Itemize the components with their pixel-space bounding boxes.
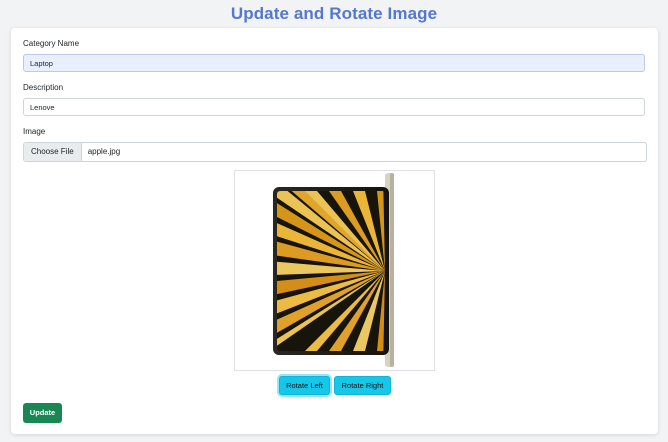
choose-file-button[interactable]: Choose File	[24, 143, 82, 161]
image-label: Image	[23, 127, 46, 136]
file-name: apple.jpg	[87, 147, 121, 156]
form-card: Category Name Description Image Choose F…	[11, 28, 658, 434]
update-button[interactable]: Update	[23, 403, 62, 423]
category-name-input[interactable]	[23, 54, 645, 72]
tablet-image	[273, 173, 394, 367]
category-label: Category Name	[23, 39, 80, 48]
page-title: Update and Rotate Image	[230, 4, 438, 23]
description-input[interactable]	[23, 98, 645, 116]
rotate-left-button[interactable]: Rotate Left	[279, 376, 330, 395]
image-preview	[234, 170, 435, 371]
rotate-right-button[interactable]: Rotate Right	[334, 376, 391, 395]
description-label: Description	[23, 83, 64, 92]
file-input[interactable]: Choose File apple.jpg	[23, 142, 647, 162]
